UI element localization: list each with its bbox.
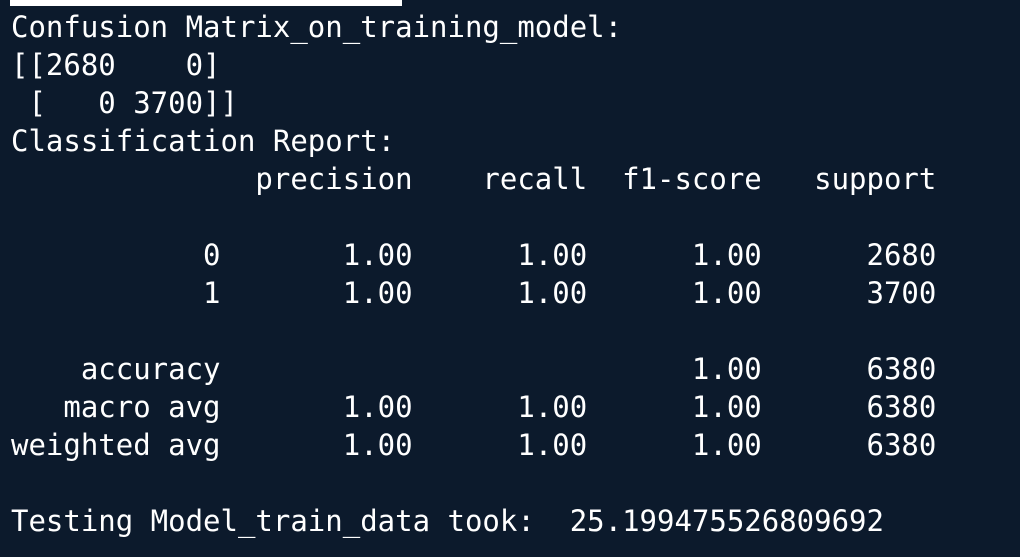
classification-report-title: Classification Report: — [11, 124, 396, 158]
report-row-class-0: 0 1.00 1.00 1.00 2680 — [11, 238, 937, 272]
terminal-output: Confusion Matrix_on_training_model: [[26… — [0, 0, 1020, 557]
confusion-matrix-row-2: [ 0 3700]] — [11, 86, 238, 120]
testing-time-output: Testing Model_train_data took: 25.199475… — [11, 504, 884, 538]
report-header: precision recall f1-score support — [11, 162, 937, 196]
confusion-matrix-row-1: [[2680 0] — [11, 48, 221, 82]
report-row-class-1: 1 1.00 1.00 1.00 3700 — [11, 276, 937, 310]
report-row-macro-avg: macro avg 1.00 1.00 1.00 6380 — [11, 390, 937, 424]
selection-highlight-bar — [10, 0, 402, 6]
report-row-weighted-avg: weighted avg 1.00 1.00 1.00 6380 — [11, 428, 937, 462]
report-row-accuracy: accuracy 1.00 6380 — [11, 352, 937, 386]
confusion-matrix-title: Confusion Matrix_on_training_model: — [11, 10, 623, 44]
